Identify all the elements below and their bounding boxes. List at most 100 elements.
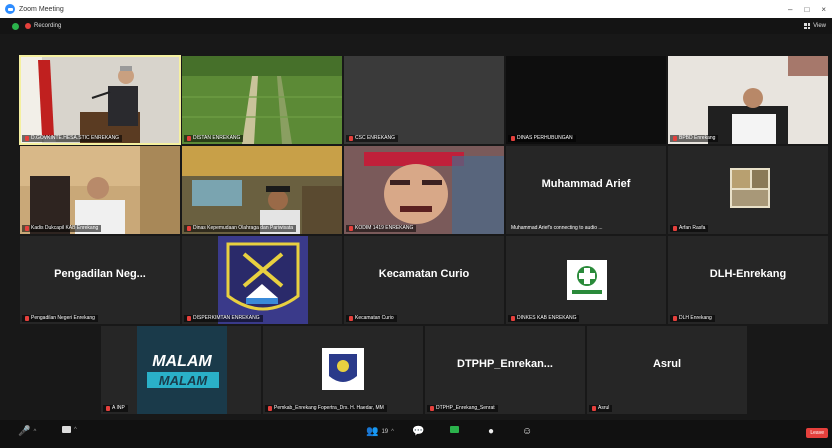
logo-tile[interactable]: Pemkab_Enrekang Fopertra_Drs. H. Haedar,…	[263, 326, 423, 414]
participant-name-text: Arfan Rasfa	[679, 225, 706, 231]
participant-name: DISTAN ENREKANG	[184, 135, 244, 142]
participant-name-text: KODIM 1419 ENREKANG	[355, 225, 414, 231]
participant-name-text: DLH Enrekang	[679, 315, 712, 321]
participant-name-text: CSC ENREKANG	[355, 135, 396, 141]
chat-icon: 💬	[412, 426, 425, 437]
participant-avatar-image	[730, 168, 770, 208]
video-tile[interactable]: Arfan Rasfa	[668, 146, 828, 234]
name-tile[interactable]: DLH-Enrekang DLH Enrekang	[668, 236, 828, 324]
mic-muted-icon	[673, 316, 677, 321]
participant-name-text: Pemkab_Enrekang Fopertra_Drs. H. Haedar,…	[274, 405, 384, 411]
grid-view-icon	[804, 23, 811, 29]
leave-button[interactable]: Leave	[806, 428, 828, 438]
participant-video	[668, 56, 828, 144]
participant-name: BPBD Enrekang	[670, 135, 719, 142]
share-screen-button[interactable]	[450, 426, 459, 433]
video-tile[interactable]: DISTAN ENREKANG	[182, 56, 342, 144]
video-camera-icon	[62, 426, 71, 433]
participant-video	[20, 56, 180, 144]
participant-video	[182, 146, 342, 234]
participant-name-text: DTPHP_Enrekang_Senrat	[436, 405, 495, 411]
participant-name: DTPHP_Enrekang_Senrat	[427, 405, 498, 412]
recording-label: Recording	[34, 23, 62, 29]
participant-name: DLH Enrekang	[670, 315, 715, 322]
share-screen-icon	[450, 426, 459, 433]
participant-name: DINKES KAB ENREKANG	[508, 315, 580, 322]
participant-name-text: BPBD Enrekang	[679, 135, 716, 141]
participants-count: 19	[381, 429, 389, 435]
name-tile[interactable]: Pengadilan Neg... Pengadilan Negeri Enre…	[20, 236, 180, 324]
participant-name-text: DINAS PERHUBUNGAN	[517, 135, 573, 141]
participant-name: Muhammad Arief's connecting to audio ...	[508, 225, 606, 232]
mic-muted-icon	[430, 406, 434, 411]
logo-tile[interactable]: DINKES KAB ENREKANG	[506, 236, 666, 324]
participant-name-text: A INP	[112, 405, 125, 411]
mic-muted-icon	[268, 406, 272, 411]
mic-muted-icon	[25, 136, 29, 141]
participant-name: Dinas Kepemudaan Olahraga dan Pariwisata	[184, 225, 297, 232]
window-controls: – □ ×	[788, 0, 826, 18]
participant-logo-image	[567, 260, 607, 300]
video-tile[interactable]: D.GOVKINTE.HESA.STIC ENREKANG	[19, 55, 181, 145]
participant-display-name: Pengadilan Neg...	[54, 268, 146, 280]
mic-muted-icon	[187, 316, 191, 321]
video-tile[interactable]: Dinas Kepemudaan Olahraga dan Pariwisata	[182, 146, 342, 234]
participant-name-text: Asrul	[598, 405, 610, 411]
participant-logo-image	[322, 348, 364, 390]
view-label: View	[813, 23, 826, 29]
mic-muted-icon	[673, 136, 677, 141]
reactions-button[interactable]: ☺	[522, 426, 532, 438]
video-tile[interactable]: DINAS PERHUBUNGAN	[506, 56, 666, 144]
reactions-icon: ☺	[522, 426, 533, 437]
logo-tile[interactable]: DISPERKIMTAN ENREKANG	[182, 236, 342, 324]
video-tile[interactable]: KODIM 1419 ENREKANG	[344, 146, 504, 234]
meeting-toolbar: 🎤 ^ ^ 👥 19 ^ 💬 ● ☺ Leave	[0, 420, 832, 448]
start-video-button[interactable]: ^	[62, 426, 77, 433]
name-tile[interactable]: DTPHP_Enrekan... DTPHP_Enrekang_Senrat	[425, 326, 585, 414]
participant-name: CSC ENREKANG	[346, 135, 399, 142]
participant-name: Kecamatan Curio	[346, 315, 397, 322]
mic-muted-icon	[349, 316, 353, 321]
participant-name: Kadis Dukcapil KAB Enrekang	[22, 225, 102, 232]
participant-name-text: DISTAN ENREKANG	[193, 135, 241, 141]
participant-name-text: Pengadilan Negeri Enrekang	[31, 315, 95, 321]
name-tile[interactable]: Muhammad Arief Muhammad Arief's connecti…	[506, 146, 666, 234]
recording-dot-icon	[25, 23, 31, 29]
participant-video	[182, 56, 342, 144]
security-shield-icon[interactable]	[12, 22, 19, 30]
chat-button[interactable]: 💬	[412, 426, 424, 438]
video-tile[interactable]: Kadis Dukcapil KAB Enrekang	[20, 146, 180, 234]
participant-display-name: Asrul	[652, 358, 682, 370]
video-tile[interactable]: CSC ENREKANG	[344, 56, 504, 144]
zoom-logo-icon	[5, 4, 15, 14]
participant-name: Asrul	[589, 405, 613, 412]
name-tile[interactable]: Kecamatan Curio Kecamatan Curio	[344, 236, 504, 324]
participant-display-name: DTPHP_Enrekan...	[457, 358, 553, 370]
chevron-up-icon[interactable]: ^	[391, 429, 394, 435]
mic-muted-icon	[511, 136, 515, 141]
record-button[interactable]: ●	[488, 426, 494, 438]
name-tile[interactable]: Asrul Asrul	[587, 326, 747, 414]
participant-name-text: DINKES KAB ENREKANG	[517, 315, 577, 321]
participant-name-text: D.GOVKINTE.HESA.STIC ENREKANG	[31, 135, 120, 141]
participant-name: A INP	[103, 405, 128, 412]
view-button[interactable]: View	[804, 23, 826, 29]
participant-name: DINAS PERHUBUNGAN	[508, 135, 576, 142]
maximize-icon[interactable]: □	[804, 5, 809, 14]
unmute-button[interactable]: 🎤 ^	[18, 426, 36, 438]
mic-muted-icon	[349, 226, 353, 231]
participants-icon: 👥	[366, 426, 379, 437]
participant-name: DISPERKIMTAN ENREKANG	[184, 315, 263, 322]
mic-muted-icon	[349, 136, 353, 141]
mic-muted-icon	[187, 136, 191, 141]
minimize-icon[interactable]: –	[788, 5, 792, 14]
participant-video	[20, 146, 180, 234]
chevron-up-icon[interactable]: ^	[74, 427, 77, 433]
participants-button[interactable]: 👥 19 ^	[366, 426, 394, 438]
participant-name: Pemkab_Enrekang Fopertra_Drs. H. Haedar,…	[265, 405, 387, 412]
video-tile[interactable]: BPBD Enrekang	[668, 56, 828, 144]
mic-muted-icon	[187, 226, 191, 231]
close-icon[interactable]: ×	[821, 5, 826, 14]
logo-tile[interactable]: MALAM MALAM A INP	[101, 326, 261, 414]
chevron-up-icon[interactable]: ^	[33, 429, 36, 435]
